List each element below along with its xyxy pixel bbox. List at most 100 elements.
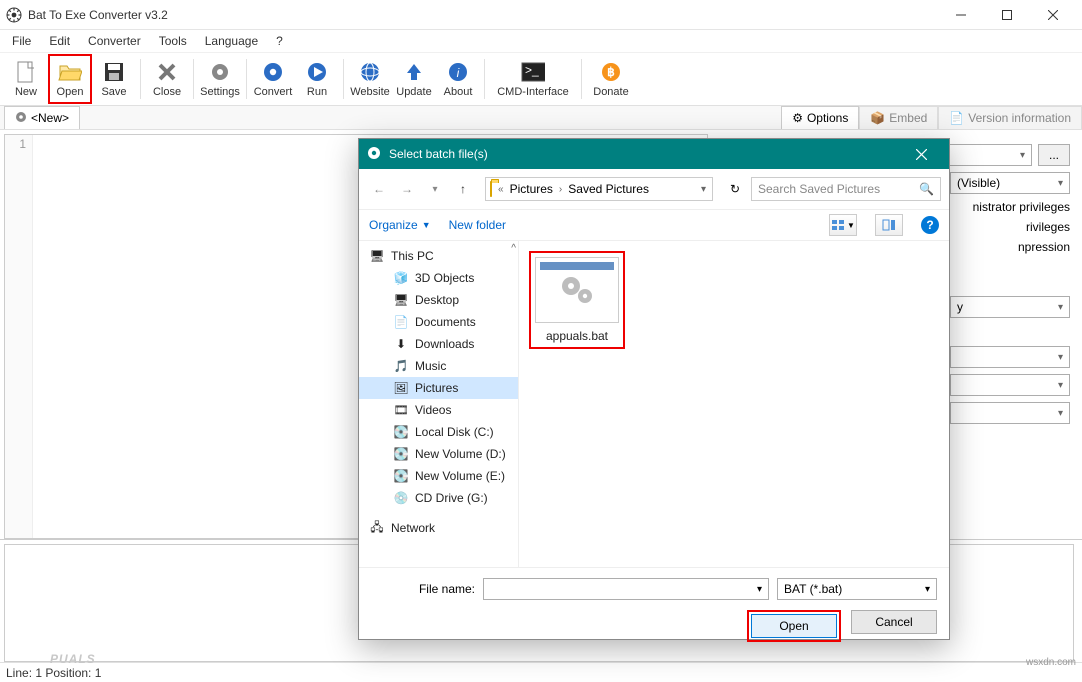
- breadcrumb[interactable]: « Pictures › Saved Pictures ▾: [485, 177, 713, 201]
- menu-language[interactable]: Language: [197, 32, 266, 50]
- tab-embed[interactable]: 📦Embed: [859, 106, 938, 129]
- update-button[interactable]: Update: [392, 54, 436, 104]
- help-button[interactable]: ?: [921, 216, 939, 234]
- admin-label: nistrator privileges: [973, 200, 1070, 214]
- close-x-icon: [155, 60, 179, 84]
- svg-text:฿: ฿: [607, 65, 615, 79]
- browse-button[interactable]: ...: [1038, 144, 1070, 166]
- folder-tree[interactable]: ^ 🖥This PC 🧊3D Objects 🖥Desktop 📄Documen…: [359, 241, 519, 567]
- chevron-down-icon[interactable]: ▾: [757, 584, 762, 595]
- menu-edit[interactable]: Edit: [41, 32, 78, 50]
- document-tab-label: <New>: [31, 111, 69, 125]
- tree-desktop[interactable]: 🖥Desktop: [359, 289, 518, 311]
- toolbar-sep: [193, 59, 194, 99]
- forward-button[interactable]: →: [395, 177, 419, 201]
- website-button[interactable]: Website: [348, 54, 392, 104]
- tree-cd-drive[interactable]: 💿CD Drive (G:): [359, 487, 518, 509]
- close-file-button[interactable]: Close: [145, 54, 189, 104]
- up-button[interactable]: ↑: [451, 177, 475, 201]
- filetype-select[interactable]: BAT (*.bat)▾: [777, 578, 937, 600]
- menu-file[interactable]: File: [4, 32, 39, 50]
- donate-button[interactable]: ฿Donate: [586, 54, 636, 104]
- filename-input[interactable]: ▾: [483, 578, 769, 600]
- menu-bar: File Edit Converter Tools Language ?: [0, 30, 1082, 52]
- minimize-button[interactable]: [938, 0, 984, 30]
- file-item[interactable]: appuals.bat: [529, 251, 625, 349]
- dialog-title-bar: Select batch file(s): [359, 139, 949, 169]
- title-bar: Bat To Exe Converter v3.2: [0, 0, 1082, 30]
- chevron-down-icon: ▼: [422, 220, 431, 230]
- option-dropdown[interactable]: ▾: [950, 346, 1070, 368]
- save-button[interactable]: Save: [92, 54, 136, 104]
- file-list[interactable]: appuals.bat: [519, 241, 949, 567]
- filename-label: File name:: [371, 582, 475, 596]
- toolbar-sep: [140, 59, 141, 99]
- tree-documents[interactable]: 📄Documents: [359, 311, 518, 333]
- svg-text:>_: >_: [525, 63, 539, 77]
- view-mode-button[interactable]: ▼: [829, 214, 857, 236]
- new-folder-button[interactable]: New folder: [449, 218, 506, 232]
- dialog-open-button[interactable]: Open: [751, 614, 837, 638]
- cog-wheel-icon: [261, 60, 285, 84]
- recent-dropdown[interactable]: ▾: [423, 177, 447, 201]
- menu-tools[interactable]: Tools: [151, 32, 195, 50]
- compression-label: npression: [1018, 240, 1070, 254]
- convert-button[interactable]: Convert: [251, 54, 295, 104]
- desktop-icon: 🖥: [393, 292, 409, 308]
- up-arrow-icon: [402, 60, 426, 84]
- option-dropdown[interactable]: ▾: [950, 402, 1070, 424]
- refresh-button[interactable]: ↻: [723, 177, 747, 201]
- about-button[interactable]: iAbout: [436, 54, 480, 104]
- terminal-icon: >_: [521, 60, 545, 84]
- dialog-body: ^ 🖥This PC 🧊3D Objects 🖥Desktop 📄Documen…: [359, 241, 949, 567]
- chevron-down-icon[interactable]: ▾: [699, 184, 708, 195]
- tree-this-pc[interactable]: 🖥This PC: [359, 245, 518, 267]
- cube-icon: 🧊: [393, 270, 409, 286]
- tab-version[interactable]: 📄Version information: [938, 106, 1082, 129]
- watermark-url: wsxdn.com: [1026, 657, 1076, 668]
- settings-button[interactable]: Settings: [198, 54, 242, 104]
- run-button[interactable]: Run: [295, 54, 339, 104]
- preview-pane-button[interactable]: [875, 214, 903, 236]
- crumb-pictures[interactable]: Pictures: [510, 182, 553, 196]
- info-icon: i: [446, 60, 470, 84]
- visible-dropdown[interactable]: (Visible)▾: [950, 172, 1070, 194]
- organize-menu[interactable]: Organize ▼: [369, 218, 431, 232]
- document-tab[interactable]: <New>: [4, 106, 80, 129]
- open-button[interactable]: Open: [48, 54, 92, 104]
- watermark-logo: PUALS: [0, 606, 220, 666]
- tree-videos[interactable]: 🎞Videos: [359, 399, 518, 421]
- tree-local-disk-c[interactable]: 💽Local Disk (C:): [359, 421, 518, 443]
- crumb-saved[interactable]: Saved Pictures: [568, 182, 649, 196]
- tree-network[interactable]: 🖧Network: [359, 517, 518, 539]
- toolbar-sep: [343, 59, 344, 99]
- tree-pictures[interactable]: 🖼Pictures: [359, 377, 518, 399]
- svg-text:i: i: [457, 66, 460, 80]
- option-dropdown[interactable]: y▾: [950, 296, 1070, 318]
- option-dropdown[interactable]: ▾: [950, 374, 1070, 396]
- back-button[interactable]: ←: [367, 177, 391, 201]
- dialog-cancel-button[interactable]: Cancel: [851, 610, 937, 634]
- new-button[interactable]: New: [4, 54, 48, 104]
- search-input[interactable]: Search Saved Pictures 🔍: [751, 177, 941, 201]
- tree-downloads[interactable]: ⬇Downloads: [359, 333, 518, 355]
- pictures-icon: 🖼: [393, 380, 409, 396]
- chevron-down-icon: ▾: [925, 584, 930, 595]
- menu-help[interactable]: ?: [268, 32, 291, 50]
- tab-options[interactable]: ⚙Options: [781, 106, 859, 129]
- drive-icon: 💽: [393, 424, 409, 440]
- globe-icon: [358, 60, 382, 84]
- drive-icon: 💽: [393, 468, 409, 484]
- close-button[interactable]: [1030, 0, 1076, 30]
- scroll-up-icon[interactable]: ^: [511, 243, 516, 254]
- dialog-close-button[interactable]: [901, 139, 941, 169]
- tree-volume-d[interactable]: 💽New Volume (D:): [359, 443, 518, 465]
- folder-icon: [490, 182, 492, 196]
- cmd-interface-button[interactable]: >_CMD-Interface: [489, 54, 577, 104]
- maximize-button[interactable]: [984, 0, 1030, 30]
- tree-volume-e[interactable]: 💽New Volume (E:): [359, 465, 518, 487]
- tree-music[interactable]: 🎵Music: [359, 355, 518, 377]
- menu-converter[interactable]: Converter: [80, 32, 149, 50]
- tree-3d-objects[interactable]: 🧊3D Objects: [359, 267, 518, 289]
- toolbar-sep: [246, 59, 247, 99]
